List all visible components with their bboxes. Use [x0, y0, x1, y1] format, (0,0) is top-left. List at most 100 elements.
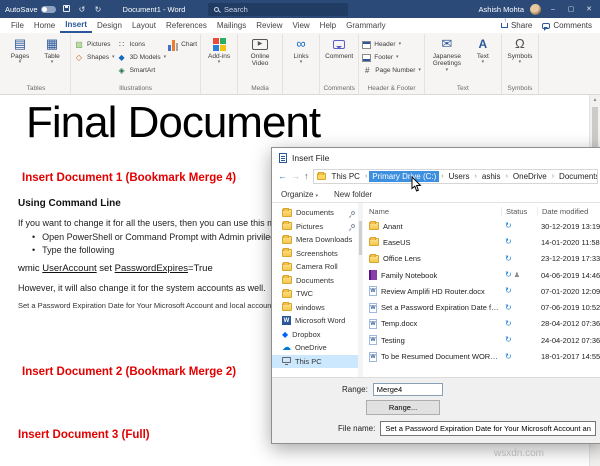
file-row-family-notebook[interactable]: Family Notebook ↻ ♟ 04-06-2019 14:46 — [363, 267, 600, 283]
file-row-anant[interactable]: Anant ↻ 30-12-2019 13:19 — [363, 218, 600, 234]
header-icon — [362, 40, 372, 49]
file-name-input[interactable] — [380, 421, 596, 436]
3d-models-button[interactable]: ◆ 3D Models ▾ — [117, 51, 166, 64]
autosave-label: AutoSave — [5, 4, 38, 14]
page-number-button[interactable]: # Page Number ▾ — [362, 64, 421, 77]
tab-home[interactable]: Home — [29, 18, 60, 33]
smartart-button[interactable]: ◈ SmartArt — [117, 64, 167, 77]
sidebar-item-documents[interactable]: Documents — [272, 206, 358, 220]
insert-document-3-heading: Insert Document 3 (Full) — [18, 429, 150, 441]
folder-icon — [282, 248, 292, 258]
column-status[interactable]: Status — [501, 207, 537, 216]
tab-grammarly[interactable]: Grammarly — [341, 18, 391, 33]
redo-button[interactable]: ↻ — [93, 5, 104, 14]
breadcrumb-this-pc[interactable]: This PC — [329, 171, 363, 182]
icons-button[interactable]: ∷ Icons — [117, 38, 167, 51]
range-input[interactable] — [372, 383, 443, 396]
header-button[interactable]: Header ▾ — [362, 38, 421, 51]
breadcrumb-separator-icon: › — [441, 173, 444, 180]
column-name[interactable]: Name — [363, 207, 501, 216]
minimize-button[interactable]: – — [547, 6, 559, 13]
sidebar-item-camera-roll[interactable]: Camera Roll — [272, 260, 358, 274]
breadcrumb-documents[interactable]: Documents — [556, 171, 597, 182]
avatar[interactable] — [530, 3, 541, 15]
file-row-review-amplifi[interactable]: Review Amplifi HD Router.docx ↻ 07-01-20… — [363, 283, 600, 299]
text-box-button[interactable]: A Text ▾ — [468, 34, 498, 65]
sidebar-item-dropbox[interactable]: ◆ Dropbox — [272, 328, 358, 342]
sidebar-scrollbar[interactable] — [358, 203, 363, 377]
up-button[interactable]: ↑ — [304, 172, 309, 181]
add-ins-button[interactable]: Add-ins ▾ — [204, 34, 234, 65]
sidebar-item-mera-downloads[interactable]: Mera Downloads — [272, 233, 358, 247]
dialog-titlebar[interactable]: Insert File — [272, 148, 600, 167]
forward-button[interactable]: → — [291, 172, 300, 181]
autosave-switch-icon[interactable] — [40, 5, 56, 13]
dropdown-arrow-icon: ▾ — [50, 59, 54, 66]
sidebar-item-windows[interactable]: windows — [272, 301, 358, 315]
symbols-button[interactable]: Ω Symbols ▾ — [505, 34, 535, 65]
tab-file[interactable]: File — [6, 18, 29, 33]
sidebar-item-microsoft-word[interactable]: Microsoft Word — [272, 314, 358, 328]
file-row-to-be-resumed[interactable]: To be Resumed Document WORD MOBILE ↻ 18-… — [363, 348, 600, 364]
file-row-testing[interactable]: Testing ↻ 24-04-2012 07:36 — [363, 332, 600, 348]
folder-icon — [369, 221, 379, 231]
tab-design[interactable]: Design — [92, 18, 127, 33]
breadcrumb-ashis[interactable]: ashis — [479, 171, 504, 182]
word-file-icon — [369, 302, 377, 313]
breadcrumb-primary-drive[interactable]: Primary Drive (C:) — [369, 171, 440, 182]
comment-button[interactable]: Comment — [323, 34, 355, 60]
back-button[interactable]: ← — [278, 172, 287, 181]
column-date-modified[interactable]: Date modified — [537, 207, 600, 216]
pages-button[interactable]: ▤ Pages ▾ — [5, 34, 35, 65]
pictures-button[interactable]: ▨ Pictures — [74, 38, 115, 51]
undo-button[interactable]: ↺ — [77, 5, 88, 14]
organize-button[interactable]: Organize ▾ — [281, 190, 318, 199]
tab-review[interactable]: Review — [251, 18, 287, 33]
tab-insert[interactable]: Insert — [60, 18, 93, 33]
using-command-line-heading: Using Command Line — [18, 198, 121, 209]
japanese-greetings-button[interactable]: ✉ Japanese Greetings ▾ — [428, 34, 466, 73]
tab-references[interactable]: References — [161, 18, 212, 33]
range-button[interactable]: Range... — [366, 400, 440, 415]
file-row-set-password-expiration[interactable]: Set a Password Expiration Date for Your … — [363, 299, 600, 315]
address-bar[interactable]: This PC › Primary Drive (C:) › Users › ashi… — [312, 169, 598, 184]
sidebar-item-pictures[interactable]: Pictures — [272, 220, 358, 234]
breadcrumb-users[interactable]: Users — [446, 171, 473, 182]
tab-help[interactable]: Help — [315, 18, 341, 33]
chart-button[interactable]: Chart — [168, 38, 197, 51]
sidebar-item-twc[interactable]: TWC — [272, 287, 358, 301]
sidebar-item-documents-2[interactable]: Documents — [272, 274, 358, 288]
comments-button[interactable]: Comments — [542, 21, 592, 31]
share-icon — [500, 18, 508, 28]
shapes-button[interactable]: ◇ Shapes ▾ — [74, 51, 115, 64]
sidebar-item-screenshots[interactable]: Screenshots — [272, 247, 358, 261]
save-button[interactable] — [61, 4, 72, 14]
file-row-temp[interactable]: Temp.docx ↻ 28-04-2012 07:36 — [363, 316, 600, 332]
file-row-easeus[interactable]: EaseUS ↻ 14-01-2020 11:58 — [363, 234, 600, 250]
user-name[interactable]: Ashish Mohta — [479, 5, 524, 14]
close-button[interactable]: ✕ — [583, 5, 595, 13]
file-row-office-lens[interactable]: Office Lens ↻ 23-12-2019 17:33 — [363, 251, 600, 267]
search-box[interactable]: Search — [208, 2, 348, 16]
scrollbar-thumb[interactable] — [359, 221, 362, 255]
sync-status-icon: ↻ — [505, 302, 512, 312]
restore-button[interactable]: ▢ — [565, 5, 577, 13]
tab-view[interactable]: View — [287, 18, 314, 33]
sidebar-item-onedrive[interactable]: ☁ OneDrive — [272, 341, 358, 355]
scroll-up-icon[interactable]: ▲ — [590, 97, 600, 103]
tab-mailings[interactable]: Mailings — [212, 18, 251, 33]
sidebar-item-this-pc[interactable]: This PC — [272, 354, 358, 368]
breadcrumb-separator-icon: › — [505, 173, 508, 180]
smartart-icon: ◈ — [118, 66, 125, 75]
table-button[interactable]: ▦ Table ▾ — [37, 34, 67, 65]
footer-button[interactable]: Footer ▾ — [362, 51, 421, 64]
bullet-icon: • — [32, 245, 36, 255]
autosave-toggle[interactable]: AutoSave — [5, 5, 56, 14]
new-folder-button[interactable]: New folder — [334, 190, 372, 199]
ribbon: ▤ Pages ▾ ▦ Table ▾ Tables ▨ Pictures ◇ Shap… — [0, 33, 600, 95]
online-video-button[interactable]: ▶ Online Video — [241, 34, 279, 68]
share-button[interactable]: Share — [500, 18, 532, 30]
tab-layout[interactable]: Layout — [127, 18, 161, 33]
breadcrumb-onedrive[interactable]: OneDrive — [510, 171, 550, 182]
links-button[interactable]: ∞ Links ▾ — [286, 34, 316, 65]
